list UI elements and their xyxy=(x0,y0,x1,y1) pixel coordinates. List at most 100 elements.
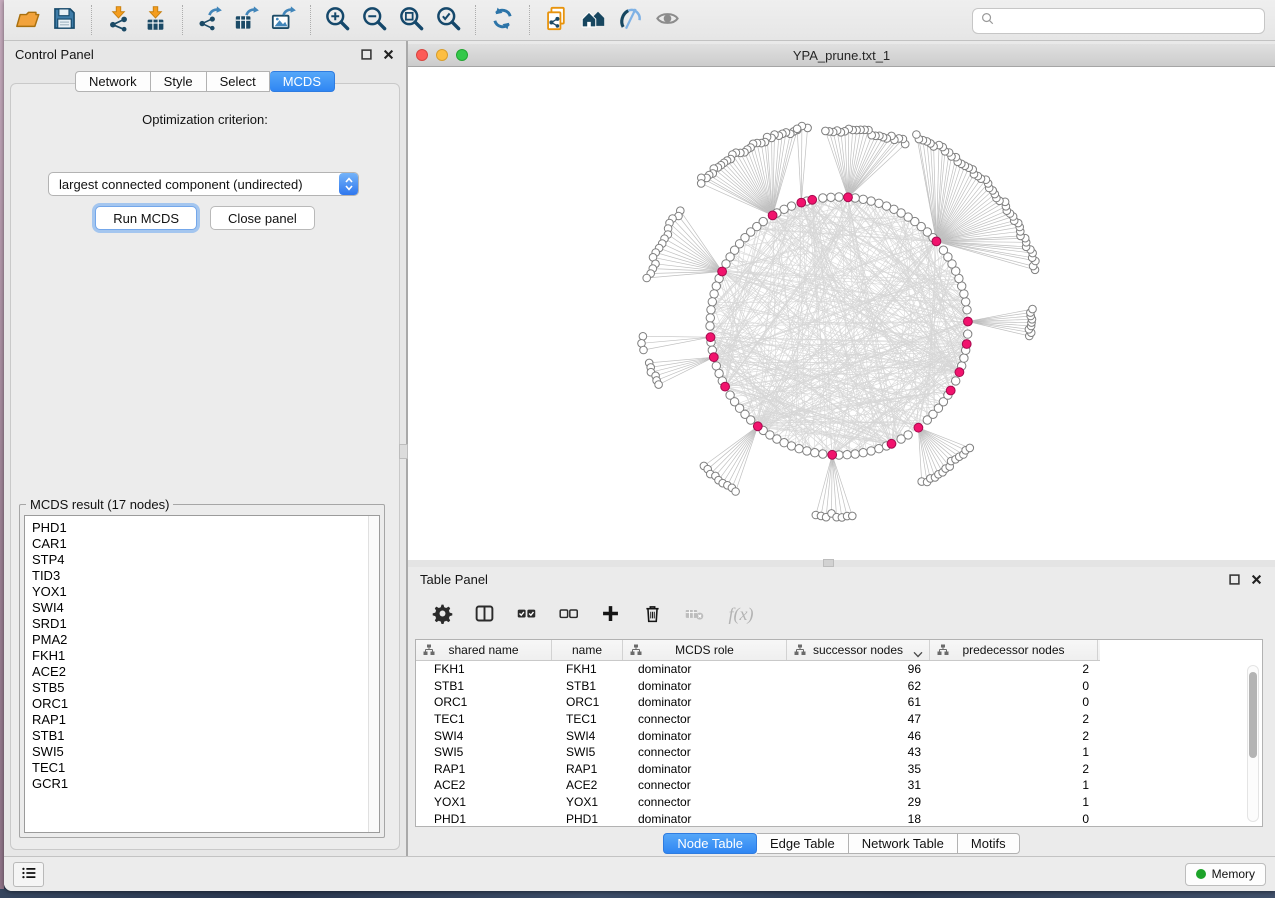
cell-successor-nodes[interactable]: 61 xyxy=(787,695,930,709)
mcds-result-item[interactable]: ACE2 xyxy=(32,664,379,680)
mcds-result-item[interactable]: TID3 xyxy=(32,568,379,584)
table-row[interactable]: TEC1TEC1connector472 xyxy=(416,711,1262,728)
export-table-button[interactable] xyxy=(230,4,263,37)
cell-successor-nodes[interactable]: 43 xyxy=(787,745,930,759)
cell-predecessor-nodes[interactable]: 1 xyxy=(930,745,1098,759)
cell-predecessor-nodes[interactable]: 0 xyxy=(930,695,1098,709)
gear-button[interactable] xyxy=(430,603,454,627)
mcds-result-item[interactable]: STB1 xyxy=(32,728,379,744)
cell-name[interactable]: PHD1 xyxy=(552,812,623,826)
float-panel-icon[interactable] xyxy=(359,48,373,62)
table-row[interactable]: ORC1ORC1dominator610 xyxy=(416,694,1262,711)
cell-MCDS-role[interactable]: dominator xyxy=(623,729,787,743)
cell-successor-nodes[interactable]: 31 xyxy=(787,778,930,792)
cell-name[interactable]: FKH1 xyxy=(552,662,623,676)
zoom-selected-button[interactable] xyxy=(432,4,465,37)
horizontal-splitter-handle[interactable] xyxy=(823,559,834,567)
delete-row-button[interactable] xyxy=(640,603,664,627)
mcds-result-item[interactable]: YOX1 xyxy=(32,584,379,600)
memory-button[interactable]: Memory xyxy=(1185,863,1266,886)
column-header-predecessor-nodes[interactable]: predecessor nodes xyxy=(930,640,1098,660)
cell-name[interactable]: RAP1 xyxy=(552,762,623,776)
tab-network-table[interactable]: Network Table xyxy=(849,833,958,854)
close-panel-icon[interactable] xyxy=(381,48,395,62)
mcds-result-item[interactable]: TEC1 xyxy=(32,760,379,776)
export-network-button[interactable] xyxy=(193,4,226,37)
mcds-result-list[interactable]: PHD1CAR1STP4TID3YOX1SWI4SRD1PMA2FKH1ACE2… xyxy=(24,515,380,833)
column-header-successor-nodes[interactable]: successor nodes xyxy=(787,640,930,660)
mcds-result-item[interactable]: GCR1 xyxy=(32,776,379,792)
open-session-button[interactable] xyxy=(11,4,44,37)
first-neighbors-button[interactable] xyxy=(577,4,610,37)
table-row[interactable]: SWI5SWI5connector431 xyxy=(416,744,1262,761)
cell-MCDS-role[interactable]: connector xyxy=(623,712,787,726)
mcds-result-item[interactable]: ORC1 xyxy=(32,696,379,712)
window-minimize-traffic-light[interactable] xyxy=(436,49,448,61)
table-row[interactable]: RAP1RAP1dominator352 xyxy=(416,761,1262,778)
cell-name[interactable]: SWI4 xyxy=(552,729,623,743)
cell-name[interactable]: ACE2 xyxy=(552,778,623,792)
cell-MCDS-role[interactable]: connector xyxy=(623,778,787,792)
import-table-button[interactable] xyxy=(139,4,172,37)
mcds-result-item[interactable]: SWI5 xyxy=(32,744,379,760)
cell-MCDS-role[interactable]: connector xyxy=(623,795,787,809)
table-row[interactable]: ACE2ACE2connector311 xyxy=(416,777,1262,794)
cell-shared-name[interactable]: FKH1 xyxy=(416,662,552,676)
network-canvas[interactable] xyxy=(408,67,1275,560)
cell-shared-name[interactable]: ORC1 xyxy=(416,695,552,709)
column-header-name[interactable]: name xyxy=(552,640,623,660)
mcds-result-item[interactable]: SWI4 xyxy=(32,600,379,616)
cell-shared-name[interactable]: RAP1 xyxy=(416,762,552,776)
tab-style[interactable]: Style xyxy=(151,71,207,92)
tab-mcds[interactable]: MCDS xyxy=(270,71,335,92)
vertical-splitter-handle[interactable] xyxy=(399,444,408,459)
mcds-result-item[interactable]: STB5 xyxy=(32,680,379,696)
tab-select[interactable]: Select xyxy=(207,71,270,92)
tab-node-table[interactable]: Node Table xyxy=(663,833,757,854)
cell-successor-nodes[interactable]: 35 xyxy=(787,762,930,776)
cell-predecessor-nodes[interactable]: 2 xyxy=(930,712,1098,726)
cell-shared-name[interactable]: PHD1 xyxy=(416,812,552,826)
mcds-result-item[interactable]: SRD1 xyxy=(32,616,379,632)
cell-predecessor-nodes[interactable]: 2 xyxy=(930,729,1098,743)
cell-predecessor-nodes[interactable]: 2 xyxy=(930,662,1098,676)
zoom-fit-button[interactable] xyxy=(395,4,428,37)
cell-successor-nodes[interactable]: 96 xyxy=(787,662,930,676)
table-scrollbar[interactable] xyxy=(1247,665,1259,822)
cell-name[interactable]: ORC1 xyxy=(552,695,623,709)
cell-successor-nodes[interactable]: 46 xyxy=(787,729,930,743)
cell-successor-nodes[interactable]: 62 xyxy=(787,679,930,693)
show-all-button[interactable] xyxy=(651,4,684,37)
cell-MCDS-role[interactable]: connector xyxy=(623,745,787,759)
cell-name[interactable]: SWI5 xyxy=(552,745,623,759)
export-image-button[interactable] xyxy=(267,4,300,37)
window-zoom-traffic-light[interactable] xyxy=(456,49,468,61)
cell-MCDS-role[interactable]: dominator xyxy=(623,762,787,776)
horizontal-splitter[interactable] xyxy=(408,560,1275,567)
mcds-result-item[interactable]: PHD1 xyxy=(32,520,379,536)
column-header-MCDS-role[interactable]: MCDS role xyxy=(623,640,787,660)
select-all-button[interactable] xyxy=(514,603,538,627)
close-table-panel-icon[interactable] xyxy=(1249,573,1263,587)
cell-shared-name[interactable]: STB1 xyxy=(416,679,552,693)
cell-name[interactable]: YOX1 xyxy=(552,795,623,809)
cell-successor-nodes[interactable]: 18 xyxy=(787,812,930,826)
save-session-button[interactable] xyxy=(48,4,81,37)
table-row[interactable]: SWI4SWI4dominator462 xyxy=(416,727,1262,744)
mcds-result-item[interactable]: RAP1 xyxy=(32,712,379,728)
add-row-button[interactable] xyxy=(598,603,622,627)
tab-network[interactable]: Network xyxy=(75,71,151,92)
unselect-all-button[interactable] xyxy=(556,603,580,627)
cell-name[interactable]: TEC1 xyxy=(552,712,623,726)
clone-network-button[interactable] xyxy=(540,4,573,37)
cell-predecessor-nodes[interactable]: 1 xyxy=(930,778,1098,792)
cell-MCDS-role[interactable]: dominator xyxy=(623,695,787,709)
cell-predecessor-nodes[interactable]: 1 xyxy=(930,795,1098,809)
cell-shared-name[interactable]: SWI5 xyxy=(416,745,552,759)
cell-successor-nodes[interactable]: 47 xyxy=(787,712,930,726)
cell-shared-name[interactable]: TEC1 xyxy=(416,712,552,726)
cell-MCDS-role[interactable]: dominator xyxy=(623,679,787,693)
optimization-select[interactable]: largest connected component (undirected) xyxy=(48,172,359,196)
mcds-result-item[interactable]: PMA2 xyxy=(32,632,379,648)
import-network-button[interactable] xyxy=(102,4,135,37)
